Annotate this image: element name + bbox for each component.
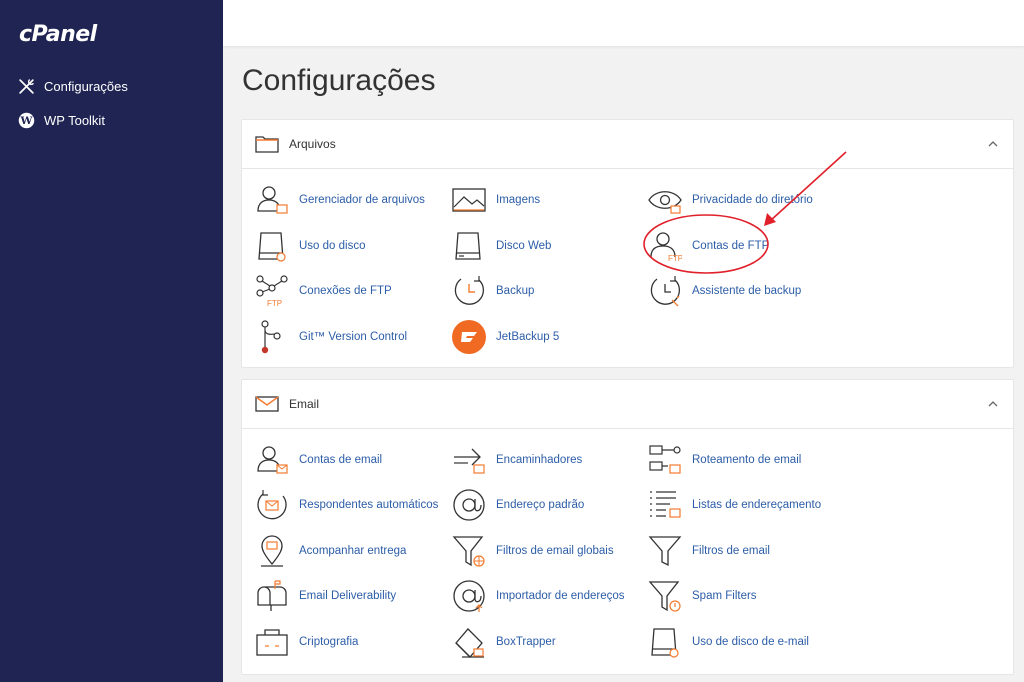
tools-icon <box>19 79 34 94</box>
item-label: Encaminhadores <box>496 454 583 466</box>
git-version-control-link[interactable]: Git™ Version Control <box>255 320 407 354</box>
sidebar-item-label: WP Toolkit <box>44 113 105 128</box>
file-manager-link[interactable]: Gerenciador de arquivos <box>255 183 425 217</box>
filter-globe-icon <box>452 534 486 568</box>
mailbox-icon <box>255 579 289 613</box>
mailing-lists-link[interactable]: Listas de endereçamento <box>648 488 821 522</box>
item-label: Spam Filters <box>692 590 757 602</box>
item-label: Git™ Version Control <box>299 331 408 343</box>
list-icon <box>648 488 682 522</box>
item-label: BoxTrapper <box>496 636 556 648</box>
disk-usage-link[interactable]: Uso do disco <box>255 229 365 263</box>
image-icon <box>452 183 486 217</box>
autoresponder-icon <box>255 488 289 522</box>
sidebar-item-wp-toolkit[interactable]: W WP Toolkit <box>18 112 105 129</box>
email-disk-usage-link[interactable]: Uso de disco de e-mail <box>648 625 809 659</box>
item-label: Filtros de email globais <box>496 545 614 557</box>
item-label: Uso do disco <box>299 240 366 252</box>
spam-filters-link[interactable]: Spam Filters <box>648 579 757 613</box>
email-deliverability-link[interactable]: Email Deliverability <box>255 579 396 613</box>
sidebar-item-label: Configurações <box>44 79 128 94</box>
git-branch-icon <box>255 320 289 354</box>
section-header-email[interactable]: Email <box>242 380 1013 429</box>
item-label: Listas de endereçamento <box>692 499 822 511</box>
directory-privacy-link[interactable]: Privacidade do diretório <box>648 183 813 217</box>
folder-icon <box>255 136 279 153</box>
item-label: Uso de disco de e-mail <box>692 636 809 648</box>
svg-text:FTP: FTP <box>267 299 282 308</box>
key-box-icon <box>255 625 289 659</box>
item-label: Email Deliverability <box>299 590 397 602</box>
sidebar: cPanel Configurações W WP Toolkit <box>0 0 223 682</box>
address-importer-link[interactable]: Importador de endereços <box>452 579 625 613</box>
item-label: Importador de endereços <box>496 590 625 602</box>
item-label: Privacidade do diretório <box>692 194 813 206</box>
box-trap-icon <box>452 625 486 659</box>
spam-filter-icon <box>648 579 682 613</box>
page-title: Configurações <box>242 64 436 97</box>
forward-arrow-icon <box>452 443 486 477</box>
section-title: Email <box>289 397 320 411</box>
item-label: Endereço padrão <box>496 499 585 511</box>
default-address-link[interactable]: Endereço padrão <box>452 488 584 522</box>
section-title: Arquivos <box>289 137 336 151</box>
disk-usage-icon <box>255 229 289 263</box>
filter-icon <box>648 534 682 568</box>
item-label: Respondentes automáticos <box>299 499 439 511</box>
jetbackup-logo-icon <box>452 320 486 354</box>
item-label: JetBackup 5 <box>496 331 560 343</box>
cpanel-logo[interactable]: cPanel <box>19 22 97 47</box>
encryption-link[interactable]: Criptografia <box>255 625 358 659</box>
boxtrapper-link[interactable]: BoxTrapper <box>452 625 556 659</box>
item-label: Criptografia <box>299 636 359 648</box>
chevron-up-icon[interactable] <box>987 138 999 150</box>
map-pin-icon <box>255 534 289 568</box>
svg-text:W: W <box>20 114 34 127</box>
jetbackup-link[interactable]: JetBackup 5 <box>452 320 559 354</box>
item-label: Roteamento de email <box>692 454 802 466</box>
web-disk-link[interactable]: Disco Web <box>452 229 551 263</box>
item-label: Filtros de email <box>692 545 770 557</box>
item-label: Backup <box>496 285 535 297</box>
backup-wizard-link[interactable]: Assistente de backup <box>648 274 801 308</box>
network-icon: FTP <box>255 274 289 308</box>
wordpress-icon: W <box>18 112 35 129</box>
backup-wizard-icon <box>648 274 682 308</box>
item-label: Contas de FTP <box>692 240 770 252</box>
images-link[interactable]: Imagens <box>452 183 540 217</box>
email-disk-icon <box>648 625 682 659</box>
item-label: Conexões de FTP <box>299 285 392 297</box>
chevron-up-icon[interactable] <box>987 398 999 410</box>
ftp-accounts-link[interactable]: FTP Contas de FTP <box>648 229 769 263</box>
section-header-arquivos[interactable]: Arquivos <box>242 120 1013 169</box>
envelope-icon <box>255 396 279 412</box>
svg-text:FTP: FTP <box>668 254 682 263</box>
item-label: Contas de email <box>299 454 383 466</box>
item-label: Assistente de backup <box>692 285 802 297</box>
item-label: Disco Web <box>496 240 552 252</box>
autoresponders-link[interactable]: Respondentes automáticos <box>255 488 438 522</box>
sidebar-item-configuracoes[interactable]: Configurações <box>18 78 128 95</box>
item-label: Imagens <box>496 194 541 206</box>
item-label: Gerenciador de arquivos <box>299 194 425 206</box>
item-label: Acompanhar entrega <box>299 545 407 557</box>
track-delivery-link[interactable]: Acompanhar entrega <box>255 534 406 568</box>
at-import-icon <box>452 579 486 613</box>
at-sign-icon <box>452 488 486 522</box>
email-filters-link[interactable]: Filtros de email <box>648 534 770 568</box>
forwarders-link[interactable]: Encaminhadores <box>452 443 582 477</box>
ftp-connections-link[interactable]: FTP Conexões de FTP <box>255 274 392 308</box>
file-manager-icon <box>255 183 289 217</box>
routing-icon <box>648 443 682 477</box>
email-accounts-link[interactable]: Contas de email <box>255 443 382 477</box>
ftp-user-icon: FTP <box>648 229 682 263</box>
email-routing-link[interactable]: Roteamento de email <box>648 443 801 477</box>
eye-icon <box>648 183 682 217</box>
backup-link[interactable]: Backup <box>452 274 534 308</box>
top-bar <box>223 0 1024 46</box>
clock-icon <box>452 274 486 308</box>
global-email-filters-link[interactable]: Filtros de email globais <box>452 534 614 568</box>
disk-icon <box>452 229 486 263</box>
email-user-icon <box>255 443 289 477</box>
